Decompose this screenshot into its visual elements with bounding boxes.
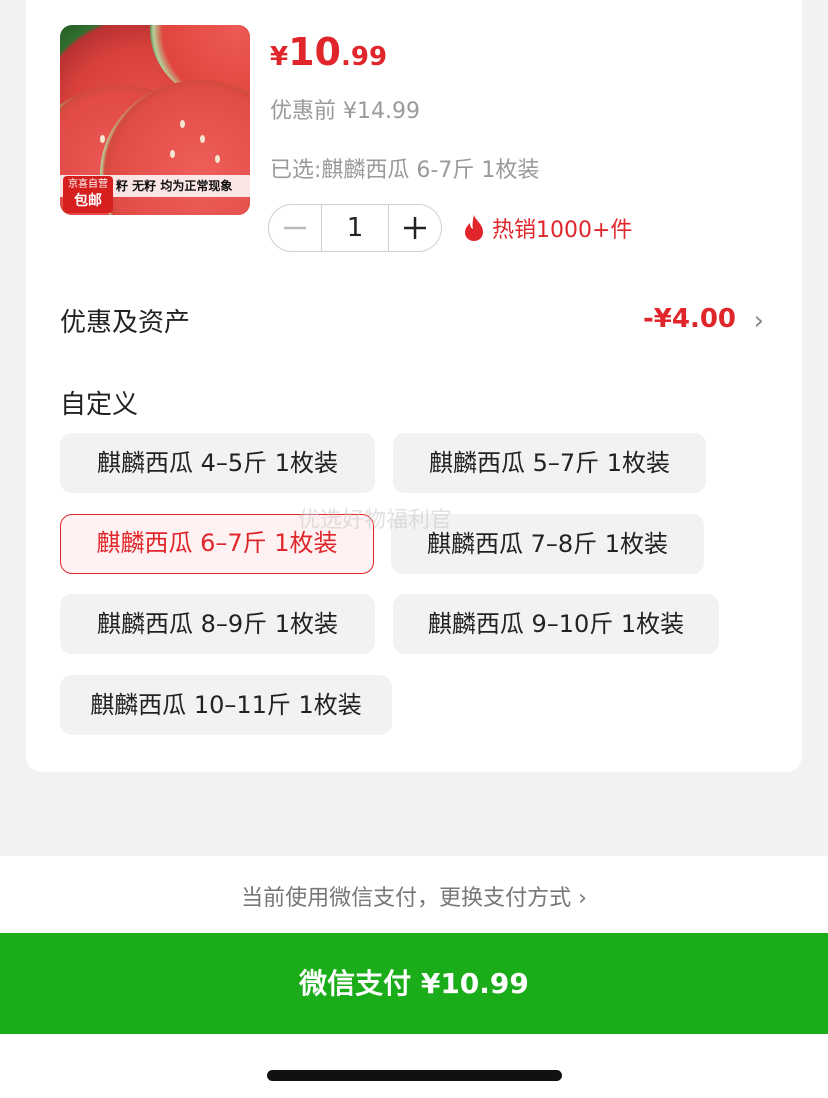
price-symbol: ¥ [270, 42, 289, 72]
brand-badge: 京喜自营 包邮 [63, 176, 113, 213]
watermark: 优选好物福利官 [298, 508, 453, 533]
increase-button[interactable] [389, 205, 441, 251]
brand-line1: 京喜自营 [68, 179, 108, 190]
current-price: ¥10.99 [270, 30, 387, 74]
variant-option[interactable]: 麒麟西瓜 9–10斤 1枚装 [393, 594, 719, 654]
price-integer: 10 [288, 30, 341, 74]
seed-graphic [100, 135, 105, 143]
price-decimal: .99 [340, 42, 388, 72]
seed-graphic [180, 120, 185, 128]
promo-value[interactable]: -¥4.00 [643, 304, 736, 334]
variant-option[interactable]: 麒麟西瓜 10–11斤 1枚装 [60, 675, 392, 735]
promo-label[interactable]: 优惠及资产 [60, 302, 190, 339]
variant-option[interactable]: 麒麟西瓜 4–5斤 1枚装 [60, 433, 375, 493]
flame-icon [465, 215, 483, 241]
selected-variant-text: 已选:麒麟西瓜 6-7斤 1枚装 [270, 158, 540, 183]
seed-graphic [200, 135, 205, 143]
plus-icon [404, 217, 426, 239]
brand-line2: 包邮 [74, 193, 102, 209]
change-payment-link[interactable]: 当前使用微信支付，更换支付方式 › [0, 880, 828, 912]
variant-option[interactable]: 麒麟西瓜 8–9斤 1枚装 [60, 594, 375, 654]
minus-icon [284, 226, 306, 230]
payment-bar: 当前使用微信支付，更换支付方式 › 微信支付 ¥10.99 [0, 856, 828, 1098]
section-label-custom: 自定义 [60, 390, 139, 420]
home-indicator[interactable] [267, 1070, 562, 1081]
hot-sales-text: 热销1000+件 [492, 218, 633, 243]
product-image[interactable]: 籽 无籽 均为正常现象 京喜自营 包邮 [60, 25, 250, 215]
seed-graphic [170, 150, 175, 158]
quantity-stepper: 1 [268, 204, 442, 252]
quantity-value[interactable]: 1 [321, 205, 389, 251]
decrease-button[interactable] [269, 205, 321, 251]
variant-option[interactable]: 麒麟西瓜 5–7斤 1枚装 [393, 433, 706, 493]
original-price: 优惠前 ¥14.99 [270, 99, 420, 124]
chevron-right-icon[interactable]: › [754, 306, 764, 336]
hot-sales-badge: 热销1000+件 [462, 212, 632, 244]
wechat-pay-button[interactable]: 微信支付 ¥10.99 [0, 933, 828, 1034]
seed-graphic [215, 155, 220, 163]
